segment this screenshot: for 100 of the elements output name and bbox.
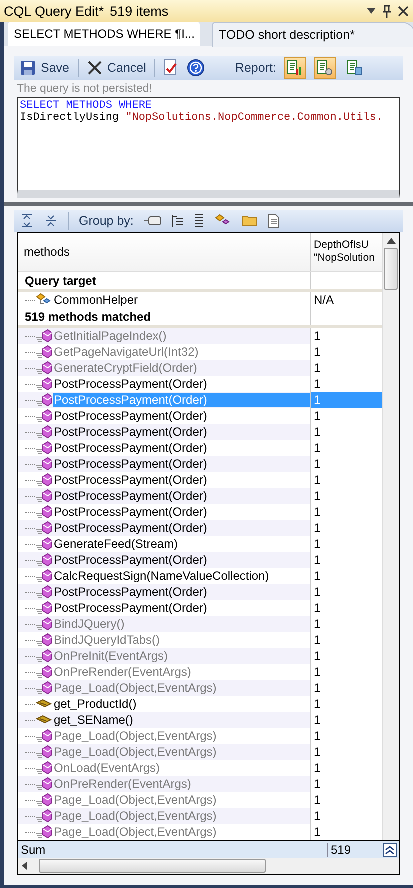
method-icon (35, 665, 53, 679)
document-tab[interactable]: TODO short description* (212, 22, 413, 46)
method-name: BindJQueryIdTabs() (53, 633, 162, 647)
document-tab[interactable]: SELECT METHODS WHERE ¶I... (8, 22, 200, 46)
method-name: PostProcessPayment(Order) (53, 457, 208, 471)
method-name: PostProcessPayment(Order) (53, 473, 208, 487)
query-editor[interactable]: SELECT METHODS WHERE IsDirectlyUsing "NopSolutions.NopCommerce.Common.Utils. (17, 97, 400, 198)
table-cell: 1 (310, 552, 382, 568)
item-count: 519 items (110, 4, 169, 18)
method-icon (35, 633, 53, 647)
query-line: SELECT METHODS WHERE (20, 100, 154, 112)
table-row[interactable]: CalcRequestSign(NameValueCollection) 1 (18, 568, 382, 584)
table-row[interactable]: PostProcessPayment(Order) 1 (18, 456, 382, 472)
table-row[interactable]: PostProcessPayment(Order) 1 (18, 376, 382, 392)
method-icon (35, 553, 53, 567)
table-row[interactable]: get_ProductId() 1 (18, 696, 382, 712)
method-name: PostProcessPayment(Order) (53, 425, 208, 439)
table-row[interactable]: Page_Load(Object,EventArgs) 1 (18, 792, 382, 808)
method-name: PostProcessPayment(Order) (53, 393, 310, 407)
method-name: Page_Load(Object,EventArgs) (53, 745, 218, 759)
method-name: PostProcessPayment(Order) (53, 585, 208, 599)
table-row[interactable]: CommonHelper N/A (18, 292, 382, 308)
pin-icon[interactable] (382, 4, 392, 18)
table-cell: 1 (310, 744, 382, 760)
document-icon[interactable] (268, 214, 280, 228)
table-row[interactable]: PostProcessPayment(Order) 1 (18, 600, 382, 616)
method-name: Page_Load(Object,EventArgs) (53, 825, 218, 839)
collapse-all-icon[interactable] (44, 214, 58, 228)
close-icon (86, 60, 102, 76)
method-icon (35, 345, 53, 359)
table-row[interactable]: Page_Load(Object,EventArgs) 1 (18, 808, 382, 824)
table-row[interactable]: BindJQuery() 1 (18, 616, 382, 632)
table-row[interactable]: GetInitialPageIndex() 1 (18, 328, 382, 344)
table-row[interactable]: Page_Load(Object,EventArgs) 1 (18, 744, 382, 760)
column-header[interactable]: methods (18, 233, 310, 271)
cancel-button[interactable]: Cancel (86, 60, 146, 76)
folder-icon[interactable] (242, 215, 258, 227)
panel-title: CQL Query Edit* (4, 4, 104, 18)
method-icon (35, 473, 53, 487)
method-icon (35, 793, 53, 807)
method-icon (35, 361, 53, 375)
save-button[interactable]: Save (20, 60, 70, 76)
method-name: get_SEName() (53, 713, 134, 727)
tree-icon[interactable] (172, 214, 184, 228)
method-name: PostProcessPayment(Order) (53, 441, 208, 455)
table-row[interactable]: PostProcessPayment(Order) 1 (18, 472, 382, 488)
table-row[interactable]: PostProcessPayment(Order) 1 (18, 424, 382, 440)
table-row[interactable]: PostProcessPayment(Order) 1 (18, 440, 382, 456)
method-name: PostProcessPayment(Order) (53, 553, 208, 567)
table-row[interactable]: OnPreInit(EventArgs) 1 (18, 648, 382, 664)
table-cell: 1 (310, 712, 382, 728)
table-row[interactable]: PostProcessPayment(Order) 1 (18, 520, 382, 536)
method-name: PostProcessPayment(Order) (53, 489, 208, 503)
collapse-icon[interactable] (383, 842, 397, 856)
table-row[interactable]: GenerateFeed(Stream) 1 (18, 536, 382, 552)
table-row[interactable]: PostProcessPayment(Order) 1 (18, 584, 382, 600)
close-icon[interactable] (398, 6, 409, 16)
method-icon (35, 409, 53, 423)
group-by-label: Group by: (79, 214, 134, 228)
table-row[interactable]: GetPageNavigateUrl(Int32) 1 (18, 344, 382, 360)
method-name: Page_Load(Object,EventArgs) (53, 729, 218, 743)
table-row[interactable]: get_SEName() 1 (18, 712, 382, 728)
flat-list-icon[interactable] (194, 214, 204, 228)
method-name: PostProcessPayment(Order) (53, 601, 208, 615)
table-cell: 1 (310, 808, 382, 824)
method-name: Page_Load(Object,EventArgs) (53, 681, 218, 695)
table-row[interactable]: PostProcessPayment(Order) 1 (18, 408, 382, 424)
table-row[interactable]: PostProcessPayment(Order) 1 (18, 552, 382, 568)
method-icon (35, 377, 53, 391)
table-row[interactable]: PostProcessPayment(Order) 1 (18, 488, 382, 504)
table-row[interactable]: Page_Load(Object,EventArgs) 1 (18, 728, 382, 744)
table-row[interactable]: OnPreRender(EventArgs) 1 (18, 776, 382, 792)
method-icon (35, 425, 53, 439)
method-icon (35, 681, 53, 695)
table-row[interactable]: PostProcessPayment(Order) 1 (18, 504, 382, 520)
assembly-icon[interactable] (144, 216, 162, 226)
method-name: PostProcessPayment(Order) (53, 521, 208, 535)
table-row[interactable]: OnLoad(EventArgs) 1 (18, 760, 382, 776)
document-check-icon[interactable] (163, 59, 180, 77)
method-icon (35, 649, 53, 663)
help-icon[interactable] (187, 59, 206, 77)
method-icon (35, 617, 53, 631)
table-cell: 1 (310, 328, 382, 344)
method-name: PostProcessPayment(Order) (53, 505, 208, 519)
method-name: GetPageNavigateUrl(Int32) (53, 345, 200, 359)
table-cell: 1 (310, 520, 382, 536)
table-row[interactable]: BindJQueryIdTabs() 1 (18, 632, 382, 648)
table-cell: 1 (310, 360, 382, 376)
method-name: OnPreInit(EventArgs) (53, 649, 170, 663)
table-row[interactable]: GenerateCryptField(Order) 1 (18, 360, 382, 376)
report-view-button[interactable] (314, 57, 336, 79)
expand-all-icon[interactable] (20, 214, 34, 228)
scroll-bar[interactable] (382, 233, 399, 840)
table-row[interactable]: Page_Load(Object,EventArgs) 1 (18, 680, 382, 696)
table-row[interactable]: Page_Load(Object,EventArgs) 1 (18, 824, 382, 840)
table-row[interactable]: OnPreRender(EventArgs) 1 (18, 664, 382, 680)
method-icon (35, 537, 53, 551)
horizontal-scroll-bar[interactable] (18, 858, 399, 874)
dropdown-icon[interactable] (367, 8, 376, 14)
report-view-button[interactable] (284, 57, 306, 79)
